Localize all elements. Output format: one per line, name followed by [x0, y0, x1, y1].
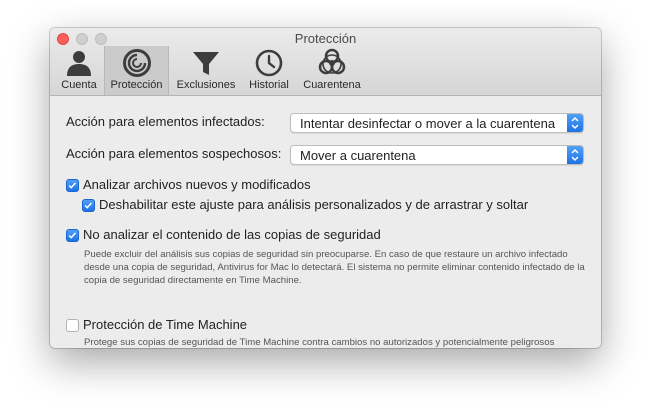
scan-new-label: Analizar archivos nuevos y modificados — [83, 177, 311, 192]
scan-new-checkbox[interactable] — [66, 179, 79, 192]
disable-custom-label: Deshabilitar este ajuste para análisis p… — [99, 197, 529, 212]
tab-cuarentena[interactable]: Cuarentena — [300, 46, 364, 95]
checkmark-icon — [68, 232, 77, 239]
tab-cuenta[interactable]: Cuenta — [54, 46, 104, 95]
suspicious-action-select[interactable]: Mover a cuarentena — [290, 145, 584, 165]
user-icon — [67, 51, 91, 76]
protection-pane: Acción para elementos infectados: Intent… — [50, 96, 601, 348]
suspicious-action-label: Acción para elementos sospechosos: — [66, 146, 282, 161]
tab-label: Exclusiones — [176, 79, 236, 91]
tab-label: Cuarentena — [303, 79, 361, 91]
toolbar: Protección Cuenta Protección Exclusiones — [50, 28, 601, 96]
infected-action-label: Acción para elementos infectados: — [66, 114, 265, 129]
time-machine-label: Protección de Time Machine — [83, 317, 248, 332]
preferences-window: Protección Cuenta Protección Exclusiones — [50, 28, 601, 348]
tab-label: Protección — [110, 79, 163, 91]
chevron-updown-icon — [567, 114, 583, 132]
select-value: Intentar desinfectar o mover a la cuaren… — [300, 116, 556, 131]
biohazard-icon — [318, 48, 346, 75]
window-title: Protección — [294, 31, 357, 46]
tab-proteccion[interactable]: Protección — [104, 46, 169, 95]
no-backups-checkbox[interactable] — [66, 229, 79, 242]
shield-target-icon — [122, 49, 151, 77]
no-backups-description: Puede excluir del análisis sus copias de… — [84, 249, 585, 286]
checkmark-icon — [68, 182, 77, 189]
time-machine-checkbox[interactable] — [66, 319, 79, 332]
tab-exclusiones[interactable]: Exclusiones — [172, 46, 240, 95]
infected-action-select[interactable]: Intentar desinfectar o mover a la cuaren… — [290, 113, 584, 133]
tab-label: Cuenta — [61, 79, 97, 91]
clock-icon — [255, 49, 283, 77]
tab-label: Historial — [249, 79, 289, 91]
funnel-filter-icon — [193, 52, 219, 75]
chevron-updown-icon — [567, 146, 583, 164]
select-value: Mover a cuarentena — [300, 148, 416, 163]
time-machine-description: Protege sus copias de seguridad de Time … — [84, 337, 555, 348]
tab-historial[interactable]: Historial — [242, 46, 296, 95]
checkmark-icon — [84, 202, 93, 209]
disable-custom-checkbox[interactable] — [82, 199, 95, 212]
no-backups-label: No analizar el contenido de las copias d… — [83, 227, 381, 242]
